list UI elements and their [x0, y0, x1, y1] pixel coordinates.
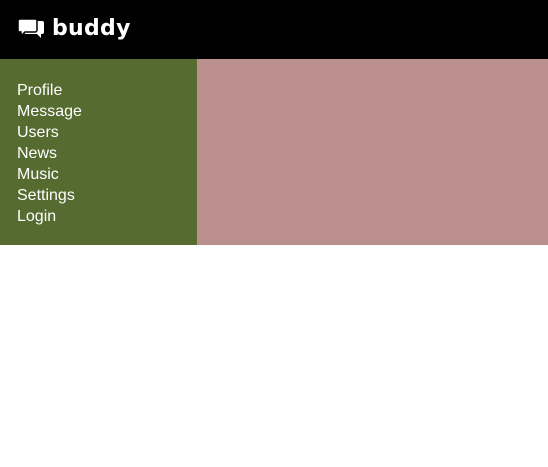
chat-bubbles-icon [17, 17, 44, 38]
sidebar-item-profile[interactable]: Profile [17, 80, 197, 101]
sidebar-item-users[interactable]: Users [17, 122, 197, 143]
sidebar-item-login[interactable]: Login [17, 206, 197, 227]
sidebar-item-message[interactable]: Message [17, 101, 197, 122]
top-header: buddy [0, 0, 548, 59]
brand-name: buddy [52, 15, 131, 41]
sidebar-nav: Profile Message Users News Music Setting… [0, 59, 197, 245]
sidebar-item-music[interactable]: Music [17, 164, 197, 185]
sidebar-item-news[interactable]: News [17, 143, 197, 164]
brand-logo[interactable]: buddy [17, 15, 131, 42]
sidebar-item-settings[interactable]: Settings [17, 185, 197, 206]
main-content [197, 59, 548, 245]
